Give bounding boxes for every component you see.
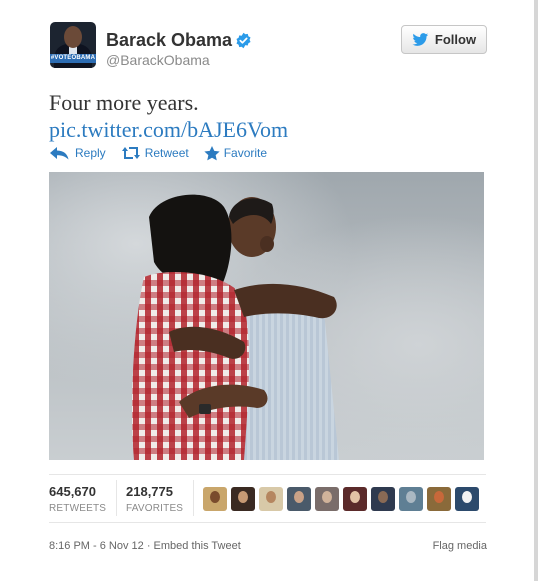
avatar-head-shape xyxy=(238,491,248,503)
favorite-button[interactable]: Favorite xyxy=(204,145,268,161)
avatar-head-shape xyxy=(266,491,276,503)
avatar-face-shape xyxy=(64,26,82,48)
reply-icon xyxy=(50,147,69,160)
divider-top xyxy=(49,474,486,475)
favoriter-avatar-10[interactable] xyxy=(455,487,479,511)
stat-separator xyxy=(193,480,194,516)
profile-avatar[interactable]: #VOTEOBAMA xyxy=(50,22,96,68)
avatar-banner-text: #VOTEOBAMA xyxy=(50,54,96,63)
favoriter-avatar-6[interactable] xyxy=(343,487,367,511)
avatar-head-shape xyxy=(434,491,444,503)
retweet-label: Retweet xyxy=(144,146,189,160)
twitter-bird-icon xyxy=(412,32,429,46)
verified-badge-icon xyxy=(236,32,251,49)
retweets-label: RETWEETS xyxy=(49,503,107,514)
avatar-head-shape xyxy=(350,491,360,503)
favorites-stat[interactable]: 218,775 FAVORITES xyxy=(126,484,183,514)
tweet-media-link[interactable]: pic.twitter.com/bAJE6Vom xyxy=(49,117,288,143)
favoriter-avatar-4[interactable] xyxy=(287,487,311,511)
display-name[interactable]: Barack Obama xyxy=(106,30,232,51)
retweet-button[interactable]: Retweet xyxy=(121,146,189,160)
tweet-text: Four more years. xyxy=(49,90,199,115)
avatar-head-shape xyxy=(462,491,472,503)
stat-separator xyxy=(116,480,117,516)
favoriter-avatar-1[interactable] xyxy=(203,487,227,511)
avatar-head-shape xyxy=(406,491,416,503)
tweet-actions: Reply Retweet Favorite xyxy=(49,144,282,162)
retweet-icon xyxy=(121,147,140,159)
follow-label: Follow xyxy=(434,32,477,47)
flag-media-link[interactable]: Flag media xyxy=(433,540,487,552)
avatar-head-shape xyxy=(210,491,220,503)
favoriter-avatar-7[interactable] xyxy=(371,487,395,511)
favorites-label: FAVORITES xyxy=(126,503,184,514)
reply-label: Reply xyxy=(75,146,106,160)
user-handle[interactable]: @BarackObama xyxy=(106,52,210,68)
avatar-head-shape xyxy=(322,491,332,503)
retweets-count: 645,670 xyxy=(49,484,96,499)
follow-button[interactable]: Follow xyxy=(401,25,487,54)
tweet-photo[interactable] xyxy=(49,172,484,460)
avatar-head-shape xyxy=(294,491,304,503)
reply-button[interactable]: Reply xyxy=(49,146,106,160)
favorites-count: 218,775 xyxy=(126,484,173,499)
favoriters-avatars xyxy=(203,487,479,511)
tweet-timestamp[interactable]: 8:16 PM - 6 Nov 12 · Embed this Tweet xyxy=(49,540,241,552)
divider-bottom xyxy=(49,522,486,523)
retweets-stat[interactable]: 645,670 RETWEETS xyxy=(49,484,106,514)
window-edge xyxy=(534,0,538,581)
favorite-label: Favorite xyxy=(223,146,268,160)
star-icon xyxy=(204,145,220,160)
favoriter-avatar-8[interactable] xyxy=(399,487,423,511)
favoriter-avatar-2[interactable] xyxy=(231,487,255,511)
favoriter-avatar-5[interactable] xyxy=(315,487,339,511)
favoriter-avatar-3[interactable] xyxy=(259,487,283,511)
favoriter-avatar-9[interactable] xyxy=(427,487,451,511)
avatar-head-shape xyxy=(378,491,388,503)
